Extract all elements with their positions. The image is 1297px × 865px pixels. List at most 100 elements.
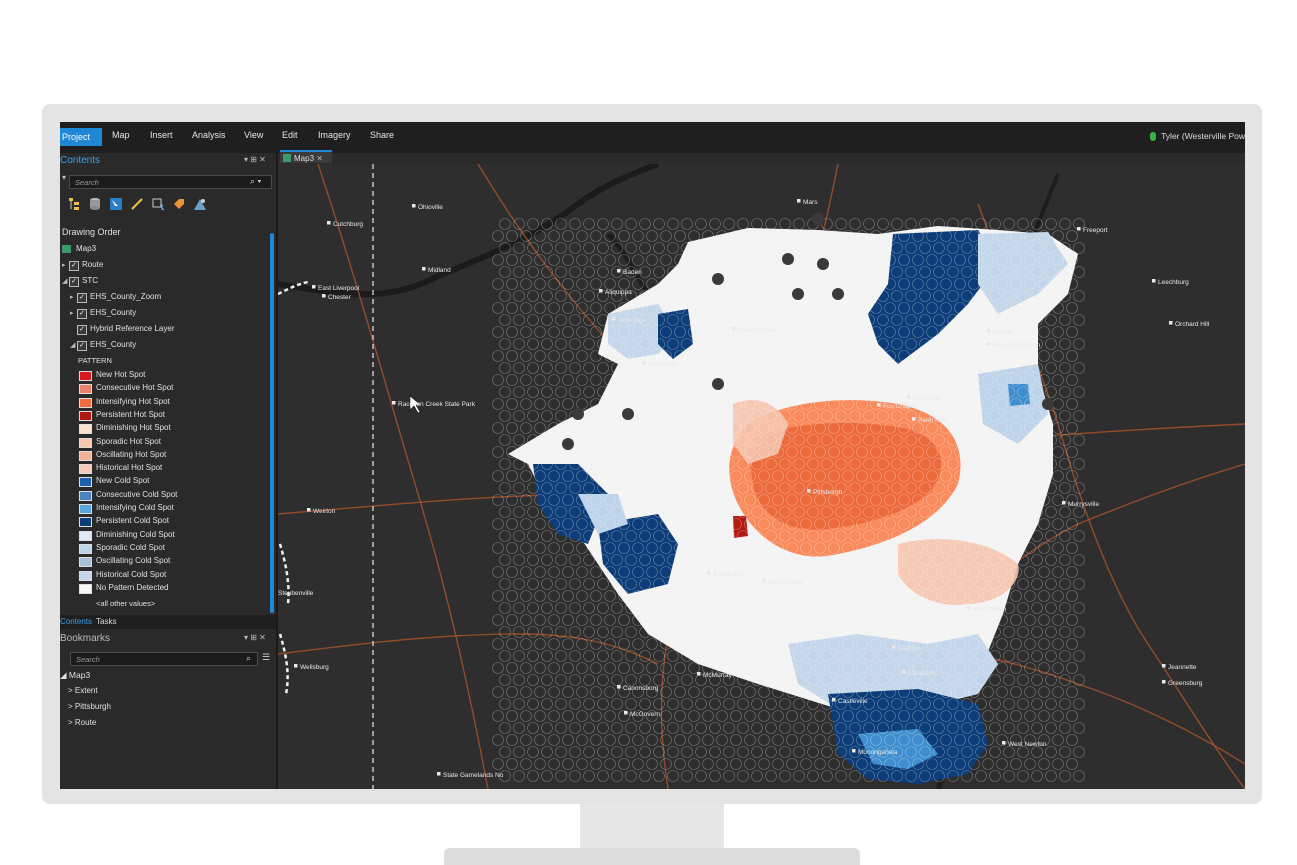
legend-label: New Hot Spot: [96, 370, 146, 379]
list-by-snapping-icon[interactable]: [151, 197, 165, 211]
place-label: Steubenville: [278, 590, 314, 597]
bookmark-pittsburgh[interactable]: > Pittsburgh: [68, 702, 111, 711]
pane-controls[interactable]: ▾ ⊞ ✕: [244, 155, 266, 164]
place-marker: [617, 269, 621, 273]
legend-swatch[interactable]: [79, 477, 92, 488]
legend-swatch[interactable]: [79, 583, 92, 594]
contents-scrollbar[interactable]: [270, 233, 274, 613]
list-by-data-source-icon[interactable]: [88, 197, 102, 211]
list-by-perspective-icon[interactable]: [193, 197, 207, 211]
monitor-stand-base: [444, 848, 860, 865]
tab-analysis[interactable]: Analysis: [192, 130, 226, 140]
list-by-labeling-icon[interactable]: [172, 197, 186, 211]
place-label: Orchard Hill: [1175, 321, 1210, 328]
bookmark-route[interactable]: > Route: [68, 718, 96, 727]
place-label: McKeesport: [768, 579, 803, 586]
route-checkbox[interactable]: ✓: [69, 261, 79, 271]
legend-label: Diminishing Hot Spot: [96, 423, 171, 433]
legend-swatch[interactable]: [79, 437, 92, 448]
legend-swatch[interactable]: [79, 464, 92, 475]
place-label: McGovern: [630, 711, 660, 718]
bookmark-map3[interactable]: ◢ Map3: [60, 670, 90, 681]
tab-share[interactable]: Share: [370, 130, 394, 140]
place-marker: [852, 749, 856, 753]
county2-checkbox[interactable]: ✓: [77, 341, 87, 351]
search-icon[interactable]: ⌕ ▾: [250, 176, 261, 187]
contents-search-input[interactable]: Search: [69, 175, 272, 189]
menu-icon[interactable]: ☰: [262, 652, 270, 663]
tab-tasks[interactable]: Tasks: [96, 617, 116, 626]
user-name: Tyler (Westerville Pow: [1161, 131, 1245, 141]
place-marker: [412, 204, 416, 208]
expand-icon[interactable]: ▸: [70, 293, 74, 301]
filter-icon[interactable]: ▾: [62, 173, 66, 182]
place-label: Freeport: [1083, 227, 1108, 234]
county-checkbox[interactable]: ✓: [77, 309, 87, 319]
user-account[interactable]: Tyler (Westerville Pow: [1150, 131, 1245, 142]
legend-swatch[interactable]: [79, 557, 92, 568]
list-by-editing-icon[interactable]: [130, 197, 144, 211]
legend-swatch[interactable]: [79, 504, 92, 514]
close-icon[interactable]: ✕: [316, 154, 323, 163]
place-label: Mars: [803, 199, 818, 206]
zoom-checkbox[interactable]: ✓: [77, 293, 87, 303]
map-view-tab[interactable]: Map3 ✕: [280, 150, 332, 163]
bookmark-label: Extent: [74, 686, 98, 695]
map-canvas[interactable]: Ohioville Cutchburg Midland East Liverpool C…: [278, 164, 1245, 789]
tab-contents[interactable]: Contents: [60, 617, 92, 626]
contents-title: Contents: [60, 155, 101, 166]
legend-label: Historical Hot Spot: [96, 463, 163, 473]
tree-map3[interactable]: Map3: [76, 244, 96, 253]
place-label: Castleville: [838, 698, 868, 705]
tab-view[interactable]: View: [244, 130, 263, 140]
legend-swatch[interactable]: [79, 384, 92, 395]
place-label: Arnold: [993, 329, 1012, 336]
bookmarks-pane-controls[interactable]: ▾ ⊞ ✕: [244, 633, 266, 642]
legend-swatch[interactable]: [79, 517, 92, 528]
layer-ehs-county-pattern[interactable]: EHS_County: [90, 340, 136, 349]
pane-tabs: Contents Tasks: [60, 615, 276, 629]
list-by-drawing-order-icon[interactable]: [68, 197, 82, 211]
legend-swatch[interactable]: [79, 543, 92, 554]
search-icon[interactable]: ⌕: [246, 653, 251, 664]
tab-map[interactable]: Map: [112, 130, 130, 140]
layer-route[interactable]: Route: [82, 260, 103, 269]
legend-swatch[interactable]: [79, 570, 92, 581]
legend-swatch[interactable]: [79, 371, 92, 381]
place-marker: [912, 417, 916, 421]
legend-label: Persistent Hot Spot: [96, 409, 165, 419]
stc-checkbox[interactable]: ✓: [69, 277, 79, 287]
tab-edit[interactable]: Edit: [282, 130, 298, 140]
legend-label: No Pattern Detected: [96, 582, 169, 592]
layer-stc[interactable]: STC: [82, 276, 98, 285]
layer-ehs-county[interactable]: EHS_County: [90, 308, 136, 317]
bookmarks-search-input[interactable]: Search: [70, 652, 258, 666]
bookmark-extent[interactable]: > Extent: [68, 686, 98, 695]
hybrid-checkbox[interactable]: ✓: [77, 325, 87, 335]
layer-ehs-county-zoom[interactable]: EHS_County_Zoom: [90, 292, 161, 301]
list-by-selection-icon[interactable]: [109, 197, 123, 211]
place-marker: [987, 329, 991, 333]
legend-swatch[interactable]: [79, 424, 92, 435]
tab-project[interactable]: Project: [60, 128, 103, 146]
collapse-icon[interactable]: ◢: [62, 277, 67, 285]
layer-hybrid-reference[interactable]: Hybrid Reference Layer: [90, 324, 174, 333]
legend-swatch[interactable]: [79, 490, 92, 501]
legend-label: Sporadic Hot Spot: [96, 436, 161, 446]
legend-label: Oscillating Hot Spot: [96, 449, 167, 459]
tab-imagery[interactable]: Imagery: [318, 130, 351, 140]
legend-swatch[interactable]: [79, 530, 92, 541]
legend-swatch[interactable]: [79, 410, 92, 421]
legend-swatch[interactable]: [79, 450, 92, 461]
legend-swatch[interactable]: [79, 397, 92, 408]
tab-insert[interactable]: Insert: [150, 130, 173, 140]
arcgis-window: Project Map Insert Analysis View Edit Im…: [60, 122, 1245, 789]
place-label: Cutchburg: [333, 221, 363, 228]
legend-label: Sporadic Cold Spot: [96, 542, 165, 552]
legend-label: Historical Cold Spot: [96, 569, 167, 579]
expand-icon[interactable]: ▸: [62, 261, 66, 269]
expand-icon[interactable]: ▸: [70, 309, 74, 317]
collapse-icon[interactable]: ◢: [70, 341, 75, 349]
bookmark-label: Route: [74, 718, 97, 727]
place-marker: [307, 508, 311, 512]
